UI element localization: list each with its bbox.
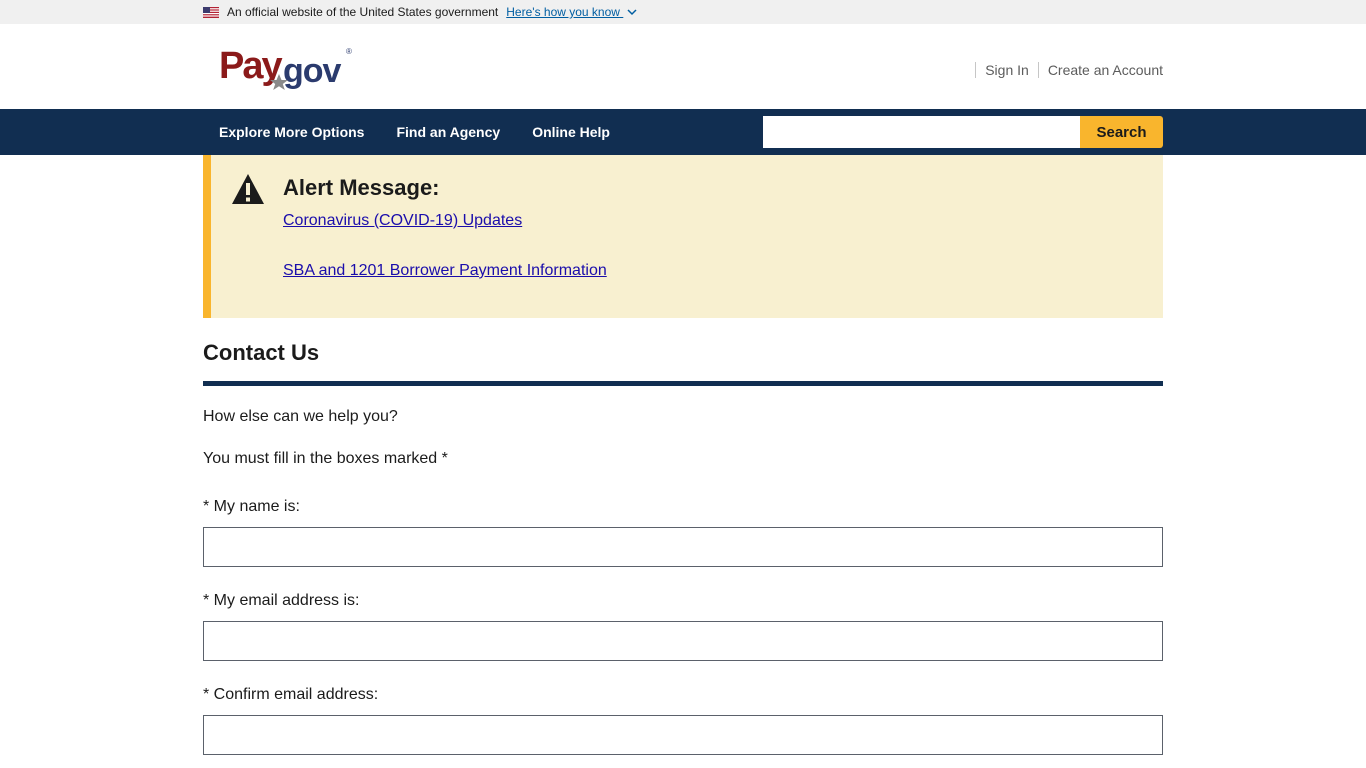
warning-icon: [232, 174, 264, 204]
create-account-link[interactable]: Create an Account: [1048, 62, 1163, 78]
required-note: You must fill in the boxes marked *: [203, 450, 448, 467]
search-button[interactable]: Search: [1080, 116, 1163, 148]
chevron-down-icon: [627, 9, 637, 16]
pay-gov-logo[interactable]: Pay gov ®: [219, 40, 355, 96]
heres-how-you-know-label: Here's how you know: [506, 5, 620, 19]
nav-item-find-an-agency[interactable]: Find an Agency: [380, 109, 516, 155]
intro-text: How else can we help you?: [203, 408, 398, 425]
svg-text:gov: gov: [283, 52, 342, 90]
name-label: * My name is:: [203, 498, 300, 515]
nav-item-explore-more-options[interactable]: Explore More Options: [203, 109, 380, 155]
main-nav: Explore More Options Find an Agency Onli…: [0, 109, 1366, 155]
sign-in-link[interactable]: Sign In: [985, 62, 1029, 78]
alert-box: Alert Message: Coronavirus (COVID-19) Up…: [203, 155, 1163, 318]
search-form: Search: [763, 116, 1163, 148]
svg-text:®: ®: [346, 47, 352, 56]
confirm-email-field[interactable]: [203, 715, 1163, 755]
us-flag-icon: [203, 6, 219, 18]
sba-borrower-payment-link[interactable]: SBA and 1201 Borrower Payment Informatio…: [283, 262, 607, 280]
auth-links: Sign In Create an Account: [966, 62, 1163, 78]
search-input[interactable]: [763, 116, 1080, 148]
title-divider: [203, 381, 1163, 386]
site-header: Pay gov ® Sign In Create an Account: [0, 24, 1366, 109]
gov-banner: An official website of the United States…: [0, 0, 1366, 24]
divider: [1037, 62, 1039, 78]
alert-title: Alert Message:: [283, 175, 440, 200]
divider: [975, 62, 977, 78]
page-title: Contact Us: [203, 340, 320, 365]
gov-banner-text: An official website of the United States…: [227, 5, 499, 19]
heres-how-you-know-link[interactable]: Here's how you know: [506, 5, 637, 19]
email-label: * My email address is:: [203, 592, 360, 609]
nav-item-online-help[interactable]: Online Help: [516, 109, 626, 155]
covid-updates-link[interactable]: Coronavirus (COVID-19) Updates: [283, 212, 522, 230]
email-field[interactable]: [203, 621, 1163, 661]
name-field[interactable]: [203, 527, 1163, 567]
confirm-email-label: * Confirm email address:: [203, 686, 379, 703]
